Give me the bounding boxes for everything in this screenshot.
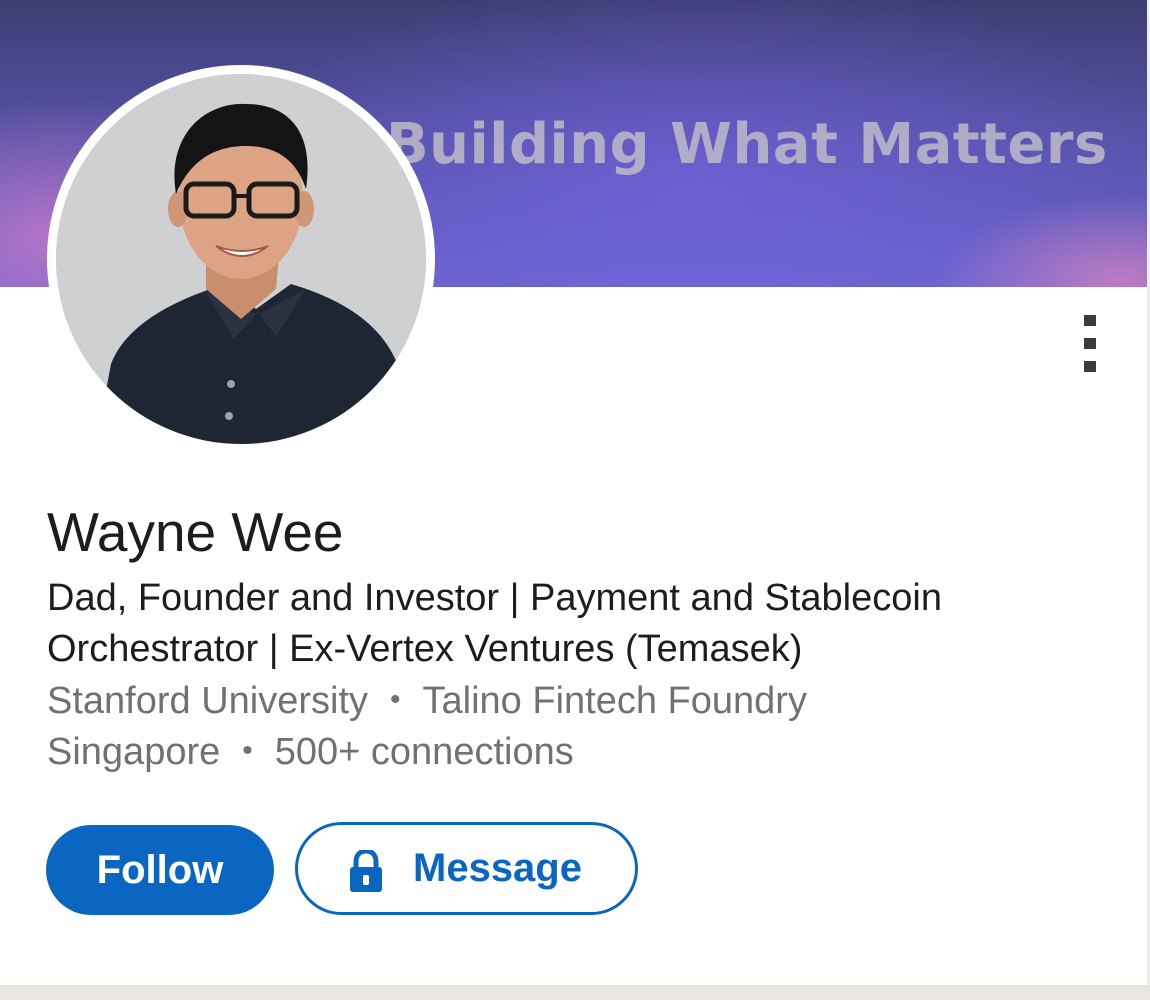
more-dot xyxy=(1084,338,1096,349)
education-link[interactable]: Stanford University xyxy=(47,680,368,722)
avatar-photo xyxy=(56,74,426,444)
education-company-row: Stanford University • Talino Fintech Found… xyxy=(47,680,807,723)
lock-icon xyxy=(350,850,382,892)
follow-button[interactable]: Follow xyxy=(46,825,274,915)
location-text: Singapore xyxy=(47,731,221,773)
connections-link[interactable]: 500+ connections xyxy=(275,731,574,773)
separator-dot: • xyxy=(242,734,253,767)
profile-headline-line1: Dad, Founder and Investor | Payment and … xyxy=(47,577,942,619)
avatar[interactable] xyxy=(56,74,426,444)
message-button[interactable]: Message xyxy=(295,822,638,915)
more-dot xyxy=(1084,315,1096,326)
location-connections-row: Singapore • 500+ connections xyxy=(47,731,574,774)
company-link[interactable]: Talino Fintech Foundry xyxy=(423,680,807,722)
profile-page: Building What Matters Wayne Wee Dad, Fou… xyxy=(0,0,1150,1000)
profile-name: Wayne Wee xyxy=(47,501,344,563)
more-dot xyxy=(1084,361,1096,372)
profile-headline-line2: Orchestrator | Ex-Vertex Ventures (Temas… xyxy=(47,628,803,670)
more-options-icon[interactable] xyxy=(1072,305,1108,385)
separator-dot: • xyxy=(390,683,401,716)
section-divider xyxy=(0,985,1150,1000)
message-button-label: Message xyxy=(413,846,582,890)
banner-title: Building What Matters xyxy=(386,112,1108,177)
